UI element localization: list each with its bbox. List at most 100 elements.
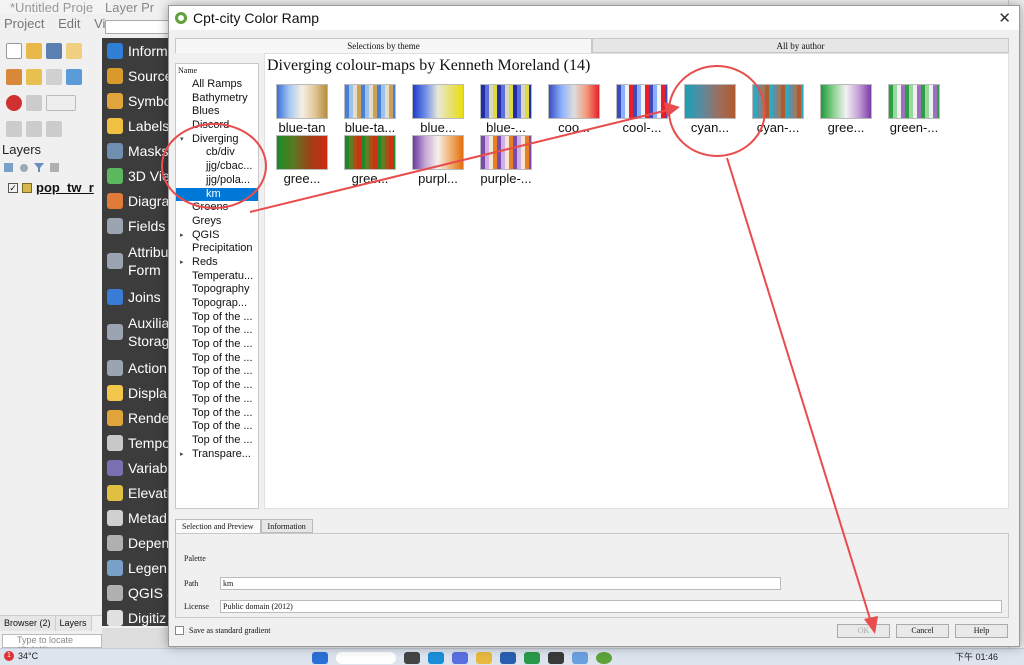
explorer-icon[interactable] [476, 652, 492, 664]
copilot-icon[interactable] [452, 652, 468, 664]
layer-properties-section[interactable]: 3D Vie [102, 163, 176, 188]
license-field[interactable]: Public domain (2012) [220, 600, 1002, 613]
layer-properties-section[interactable]: Fields [102, 213, 176, 238]
ramp-swatch[interactable] [752, 84, 804, 119]
layer-properties-section[interactable]: Source [102, 63, 176, 88]
tree-item[interactable]: Precipitation [176, 242, 258, 256]
ramp-item[interactable]: cyan... [676, 84, 744, 135]
layer-properties-section[interactable]: Metad [102, 505, 176, 530]
layer-properties-section[interactable]: Masks [102, 138, 176, 163]
tree-item[interactable]: Top of the ... [176, 311, 258, 325]
app-icon[interactable] [524, 652, 540, 664]
start-icon[interactable] [312, 652, 328, 664]
tree-item[interactable]: km [176, 187, 258, 202]
ramp-swatch[interactable] [616, 84, 668, 119]
ramp-swatch[interactable] [276, 84, 328, 119]
digitize-icon[interactable] [6, 69, 22, 85]
select-icon[interactable] [6, 121, 22, 137]
taskbar-search[interactable] [336, 652, 396, 664]
layer-visibility-checkbox[interactable]: ✓ [8, 182, 18, 193]
ramp-swatch[interactable] [480, 135, 532, 170]
ramp-swatch[interactable] [480, 84, 532, 119]
cancel-button[interactable]: Cancel [896, 624, 949, 638]
ramp-item[interactable]: gree... [268, 135, 336, 186]
tab-selection-and-preview[interactable]: Selection and Preview [175, 519, 261, 533]
app-icon[interactable] [548, 652, 564, 664]
tab-selections-by-theme[interactable]: Selections by theme [175, 38, 592, 53]
layer-name[interactable]: pop_tw_r [36, 180, 94, 195]
ramp-item[interactable]: green-... [880, 84, 948, 135]
tree-item[interactable]: ▾ Diverging [176, 133, 258, 147]
ramp-item[interactable]: gree... [336, 135, 404, 186]
tree-item[interactable]: Greys [176, 215, 258, 229]
collapsed-arrow-icon[interactable]: ▸ [180, 448, 184, 462]
layer-properties-section[interactable]: Elevati [102, 480, 176, 505]
tree-item[interactable]: ▸ Transpare... [176, 448, 258, 462]
ramp-swatch[interactable] [412, 84, 464, 119]
tree-item[interactable]: ▸ Reds [176, 256, 258, 270]
tree-item[interactable]: cb/div [176, 146, 258, 160]
ramp-item[interactable]: coo... [540, 84, 608, 135]
ramp-swatch[interactable] [548, 84, 600, 119]
layer-properties-section[interactable]: Rende [102, 405, 176, 430]
collapsed-arrow-icon[interactable]: ▸ [180, 256, 184, 270]
save-project-icon[interactable] [46, 43, 62, 59]
layer-properties-section[interactable]: Legen [102, 555, 176, 580]
tree-item[interactable]: Greens [176, 201, 258, 215]
open-project-icon[interactable] [26, 43, 42, 59]
layer-properties-section[interactable]: Tempo [102, 430, 176, 455]
tolerance-field[interactable] [46, 95, 76, 111]
tree-item[interactable]: Top of the ... [176, 420, 258, 434]
tree-item[interactable]: jjg/pola... [176, 174, 258, 188]
tree-item[interactable]: All Ramps [176, 78, 258, 92]
layer-properties-section[interactable]: Displa [102, 380, 176, 405]
tree-item[interactable]: Temperatu... [176, 270, 258, 284]
expanded-arrow-icon[interactable]: ▾ [180, 133, 184, 147]
tree-item[interactable]: Top of the ... [176, 352, 258, 366]
new-project-icon[interactable] [6, 43, 22, 59]
tree-item[interactable]: Topograp... [176, 297, 258, 311]
vertex-icon[interactable] [46, 69, 62, 85]
ramp-swatch[interactable] [684, 84, 736, 119]
ramp-item[interactable]: blue-tan [268, 84, 336, 135]
tree-item[interactable]: Top of the ... [176, 393, 258, 407]
measure-icon[interactable] [46, 121, 62, 137]
print-layout-icon[interactable] [66, 43, 82, 59]
tree-item[interactable]: Top of the ... [176, 407, 258, 421]
layer-properties-section[interactable]: Auxilia Storag [102, 309, 176, 355]
store-icon[interactable] [500, 652, 516, 664]
layer-properties-section[interactable]: Attribu Form [102, 238, 176, 284]
ramp-item[interactable]: blue-... [472, 84, 540, 135]
identify-icon[interactable] [26, 121, 42, 137]
tree-item[interactable]: ▸ QGIS [176, 229, 258, 243]
layer-properties-section[interactable]: Digitiz [102, 605, 176, 626]
locator-search[interactable]: Type to locate (Ctrl+K) [2, 634, 102, 655]
layer-properties-section[interactable]: Inform [102, 38, 176, 63]
ramp-item[interactable]: blue... [404, 84, 472, 135]
save-standard-gradient[interactable]: Save as standard gradient [175, 626, 271, 635]
layer-properties-section[interactable]: QGIS S [102, 580, 176, 605]
layer-properties-search[interactable] [105, 20, 175, 34]
tree-item[interactable]: Top of the ... [176, 379, 258, 393]
close-icon[interactable]: ✕ [998, 9, 1011, 27]
tree-item[interactable]: Blues [176, 105, 258, 119]
layer-properties-section[interactable]: Depen [102, 530, 176, 555]
task-view-icon[interactable] [404, 652, 420, 664]
layer-properties-section[interactable]: Action [102, 355, 176, 380]
tree-item[interactable]: Top of the ... [176, 324, 258, 338]
layer-properties-section[interactable]: Diagra [102, 188, 176, 213]
edit-icon[interactable] [26, 69, 42, 85]
tab-browser[interactable]: Browser (2) [0, 616, 56, 631]
layer-properties-section[interactable]: Variab [102, 455, 176, 480]
layer-properties-section[interactable]: Joins [102, 284, 176, 309]
layer-row[interactable]: ✓ pop_tw_r [8, 180, 103, 195]
path-field[interactable]: km [220, 577, 781, 590]
ok-button[interactable]: OK [837, 624, 890, 638]
tree-item[interactable]: jjg/cbac... [176, 160, 258, 174]
help-button[interactable]: Help [955, 624, 1008, 638]
menu-edit[interactable]: Edit [58, 16, 80, 31]
collapsed-arrow-icon[interactable]: ▸ [180, 229, 184, 243]
ramp-swatch[interactable] [888, 84, 940, 119]
tree-item[interactable]: Topography [176, 283, 258, 297]
edge-icon[interactable] [428, 652, 444, 664]
